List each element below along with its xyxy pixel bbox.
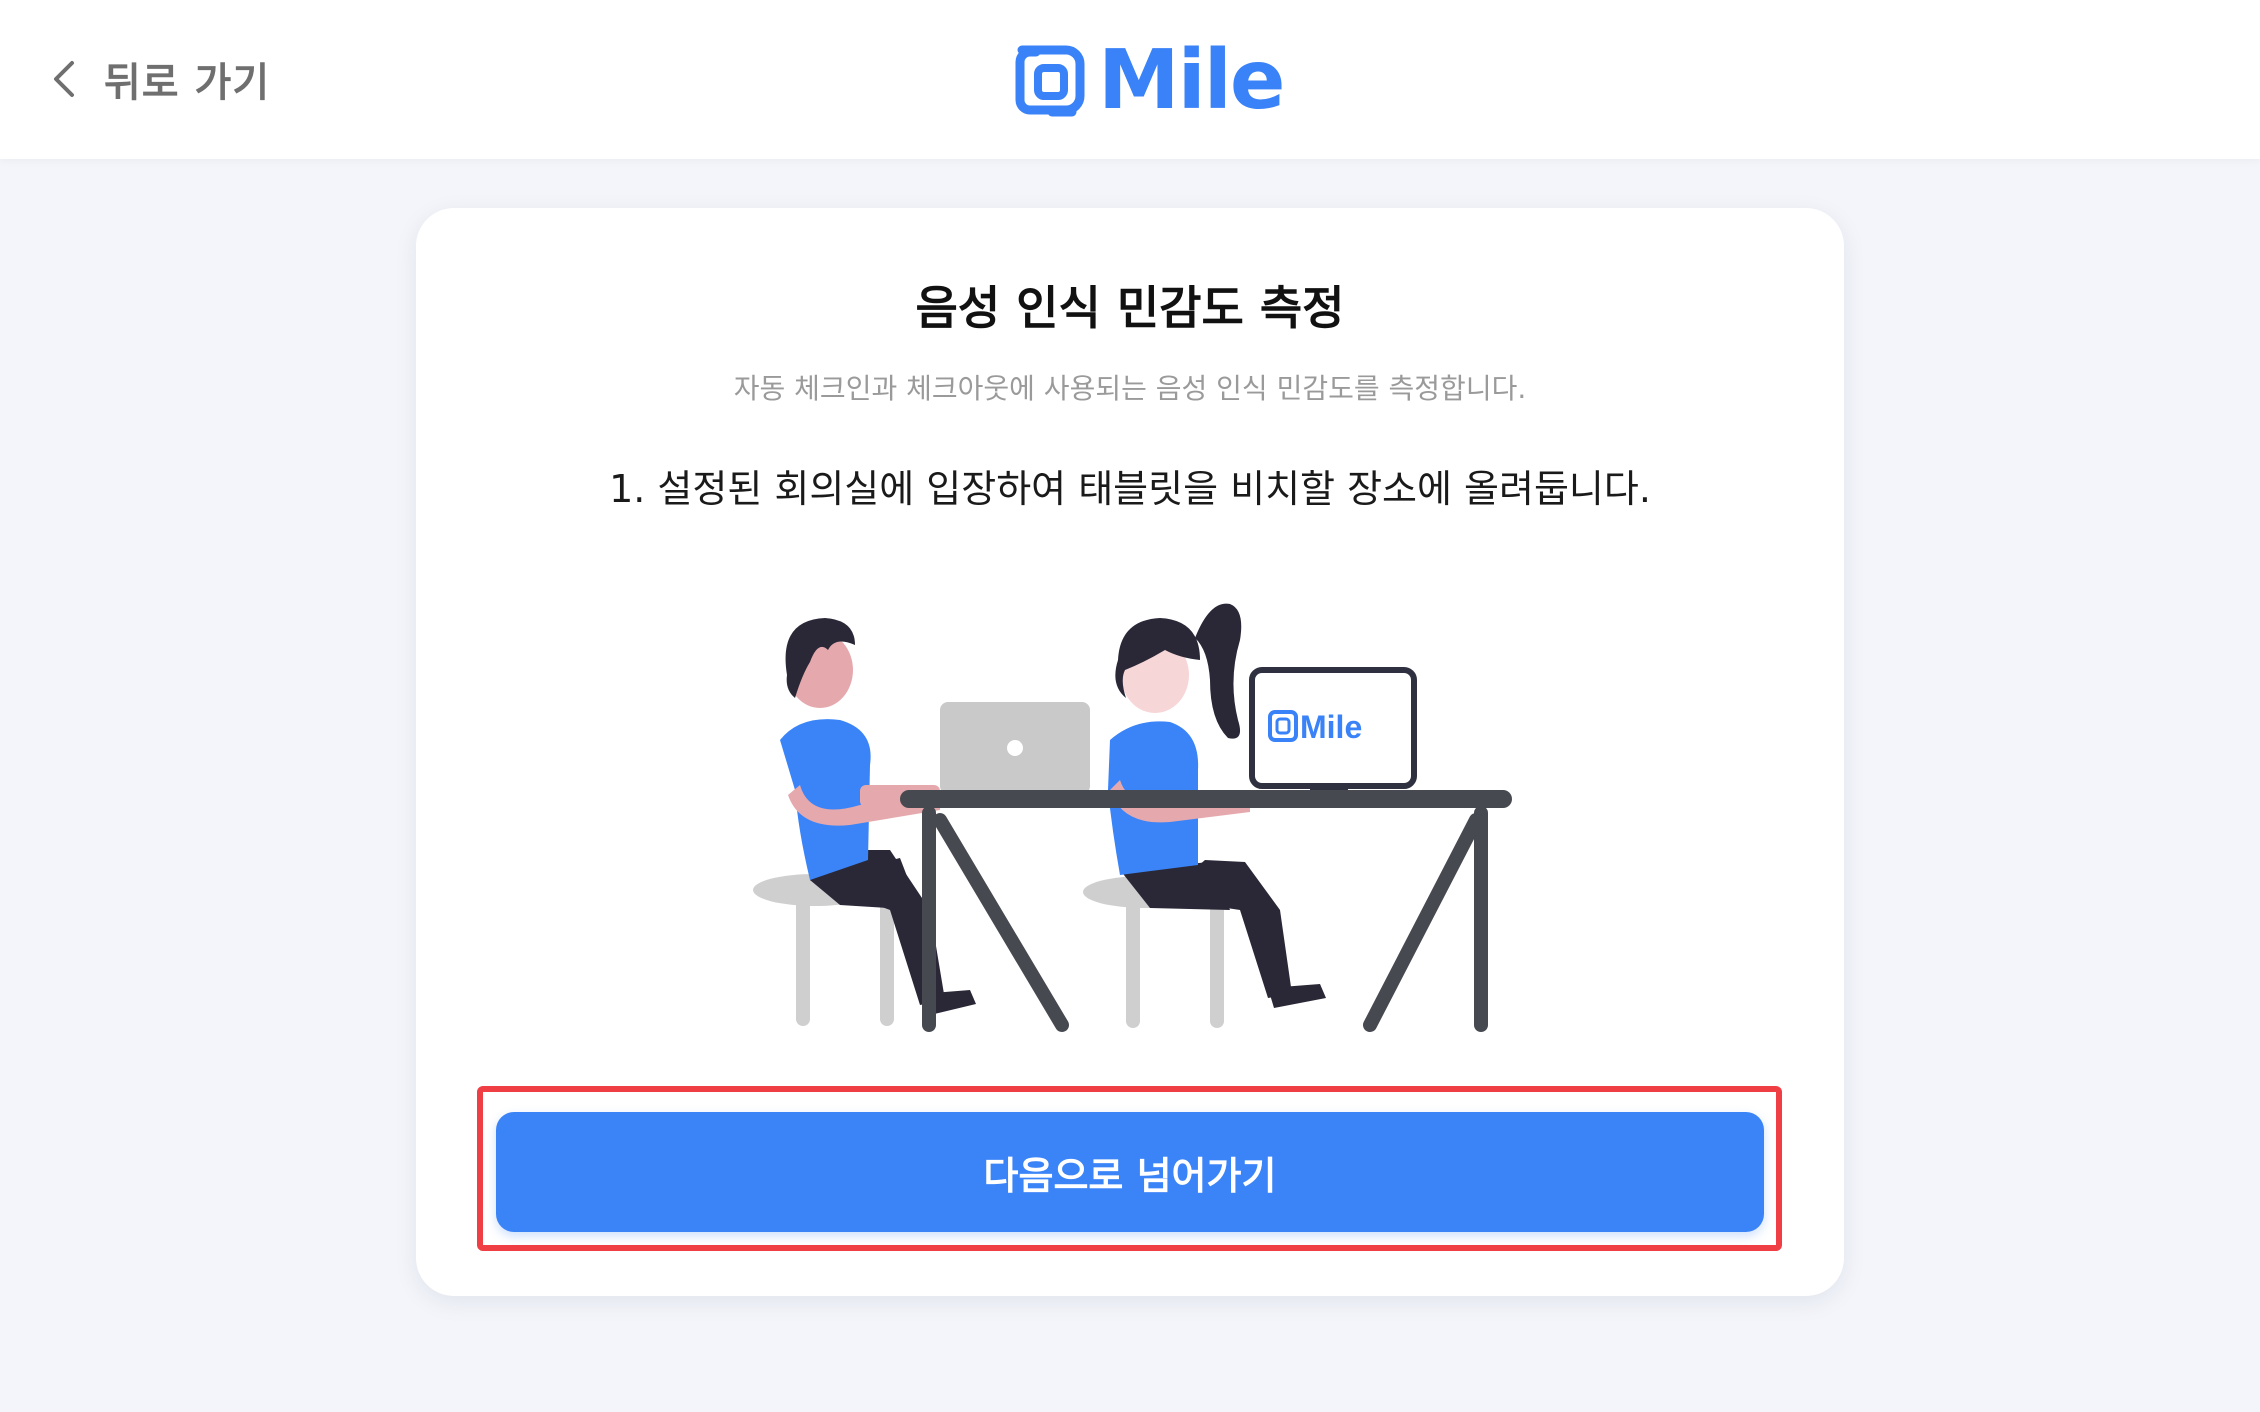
logo-text: Mile [1098,33,1285,128]
back-button[interactable]: 뒤로 가기 [52,48,270,110]
page-title: 음성 인식 민감도 측정 [915,281,1345,335]
page-subtitle: 자동 체크인과 체크아웃에 사용되는 음성 인식 민감도를 측정합니다. [733,372,1527,405]
mile-logo: Mile [1008,33,1285,128]
step-instruction: 1. 설정된 회의실에 입장하여 태블릿을 비치할 장소에 올려둡니다. [609,467,1651,511]
meeting-room-illustration: Mile [753,603,1512,1032]
next-button[interactable]: 다음으로 넘어가기 [496,1112,1764,1232]
back-label: 뒤로 가기 [104,60,271,106]
mile-logo-icon [1015,45,1085,117]
monitor-logo-text: Mile [1300,709,1362,745]
top-bar: 뒤로 가기 Mile [0,0,2260,159]
chevron-left-icon [54,61,74,97]
